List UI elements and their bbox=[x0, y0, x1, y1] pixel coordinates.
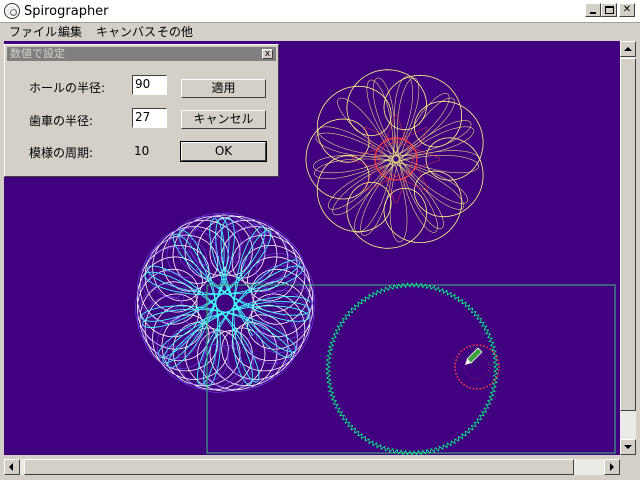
scroll-up-button[interactable] bbox=[620, 41, 636, 57]
close-button[interactable]: ✕ bbox=[619, 3, 635, 17]
pen-gear-tooth bbox=[458, 353, 461, 355]
pen-gear-tooth bbox=[486, 346, 488, 349]
gear-radius-input[interactable]: 27 bbox=[132, 108, 167, 128]
pen-gear-tooth bbox=[493, 379, 496, 381]
pen-gear-tooth bbox=[497, 372, 499, 375]
pen-gear-tooth bbox=[497, 362, 500, 365]
pen-gear-tooth bbox=[456, 356, 459, 358]
pen-gear-tooth bbox=[476, 344, 478, 346]
pen-gear-tooth bbox=[466, 385, 468, 388]
spirograph-app-icon[interactable] bbox=[4, 3, 20, 19]
pen-gear-tooth bbox=[456, 376, 459, 378]
pen-gear-tooth bbox=[454, 369, 457, 372]
dialog-close-button[interactable]: x bbox=[262, 49, 273, 59]
violet-loops bbox=[134, 212, 316, 393]
yellow-outer-loops bbox=[305, 69, 484, 249]
scroll-left-button[interactable] bbox=[4, 459, 20, 475]
yellow-inner-pattern bbox=[313, 76, 480, 243]
pen-gear-tooth bbox=[491, 381, 494, 384]
scroll-right-button[interactable] bbox=[604, 459, 620, 475]
menu-other[interactable]: その他 bbox=[157, 24, 193, 40]
hole-radius-label: ホールの半径: bbox=[29, 81, 106, 95]
pen-gear-tooth bbox=[466, 346, 468, 349]
scroll-down-button[interactable] bbox=[620, 439, 636, 455]
pen-gear-tooth bbox=[460, 381, 463, 384]
arrow-down-icon bbox=[624, 445, 632, 449]
window-title: Spirographer bbox=[24, 4, 109, 19]
pen-gear-tooth bbox=[463, 383, 465, 386]
pen-gear-tooth bbox=[472, 344, 475, 347]
pen-gear-tooth bbox=[489, 383, 491, 386]
pen-gear-tooth bbox=[497, 369, 500, 372]
vertical-scrollbar[interactable] bbox=[620, 41, 636, 455]
pen-gear-tooth bbox=[486, 385, 488, 388]
menu-file[interactable]: ファイル bbox=[9, 24, 57, 40]
pen-gear-tooth bbox=[455, 359, 457, 362]
dialog-title: 数値で設定 bbox=[10, 47, 65, 60]
arrow-left-icon bbox=[9, 463, 13, 471]
size-grip[interactable] bbox=[620, 459, 636, 475]
pen-gear-tooth bbox=[454, 366, 456, 368]
maximize-button[interactable] bbox=[601, 3, 617, 17]
pen-gear-tooth bbox=[454, 362, 457, 365]
pen-gear-tooth bbox=[479, 387, 482, 390]
period-value: 10 bbox=[134, 144, 150, 158]
menu-bar: ファイル 編集 キャンバス その他 bbox=[0, 23, 640, 41]
pen-gear-tooth bbox=[469, 345, 472, 347]
pen-gear-tooth bbox=[469, 387, 472, 389]
menu-canvas[interactable]: キャンバス bbox=[96, 24, 156, 40]
pen-gear-tooth bbox=[498, 366, 500, 368]
arrow-right-icon bbox=[610, 463, 614, 471]
numeric-settings-dialog: 数値で設定 x ホールの半径: 90 適用 歯車の半径: 27 キャンセル 模様… bbox=[4, 44, 279, 177]
pen-gear-tooth bbox=[495, 356, 498, 358]
pen-gear-tooth bbox=[491, 350, 494, 353]
gear-radius-label: 歯車の半径: bbox=[29, 114, 94, 128]
close-icon: x bbox=[264, 49, 271, 59]
menu-edit[interactable]: 編集 bbox=[58, 24, 82, 40]
cancel-button[interactable]: キャンセル bbox=[181, 110, 266, 129]
dialog-title-bar[interactable]: 数値で設定 x bbox=[7, 47, 276, 61]
pen-gear-tooth bbox=[455, 372, 457, 375]
ok-button[interactable]: OK bbox=[180, 141, 267, 162]
hole-radius-input[interactable]: 90 bbox=[132, 75, 167, 95]
pen-gear-tooth bbox=[458, 379, 461, 381]
apply-button[interactable]: 適用 bbox=[181, 79, 266, 98]
title-bar: Spirographer ✕ bbox=[0, 0, 640, 23]
pen-gear-tooth bbox=[476, 388, 478, 390]
pen-gear-tooth bbox=[463, 348, 465, 351]
minimize-button[interactable] bbox=[585, 3, 601, 17]
pen-gear-tooth bbox=[489, 348, 491, 351]
pencil-icon bbox=[466, 347, 483, 364]
pen-gear-tooth bbox=[493, 353, 496, 355]
close-icon: ✕ bbox=[622, 4, 632, 15]
pen-gear-tooth bbox=[482, 345, 485, 347]
pen-gear-tooth bbox=[497, 359, 499, 362]
horizontal-scrollbar[interactable] bbox=[4, 459, 620, 475]
pen-gear-tooth bbox=[482, 387, 485, 389]
minimize-icon bbox=[590, 12, 596, 14]
pen-gear-tooth bbox=[479, 344, 482, 347]
pen-gear-tooth bbox=[495, 376, 498, 378]
arrow-up-icon bbox=[624, 47, 632, 51]
vertical-scroll-thumb[interactable] bbox=[620, 58, 636, 411]
pen-gear-tooth bbox=[472, 387, 475, 390]
hole-gear bbox=[325, 282, 499, 455]
canvas-frame bbox=[206, 284, 616, 454]
pen-gear-tooth bbox=[460, 350, 463, 353]
maximize-icon bbox=[605, 6, 614, 14]
horizontal-scroll-thumb[interactable] bbox=[24, 459, 574, 475]
period-label: 模様の周期: bbox=[29, 146, 94, 160]
